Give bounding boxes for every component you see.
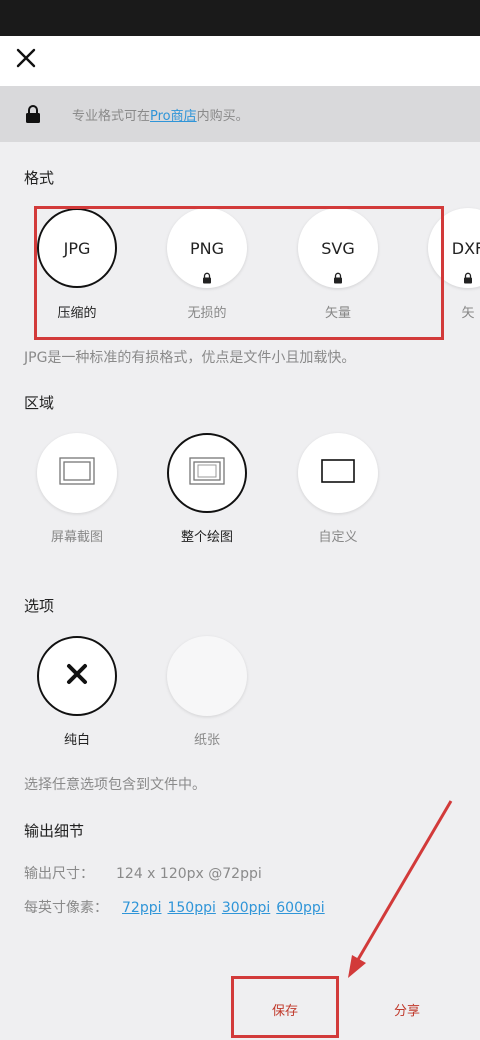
annotation-arrow — [348, 800, 453, 978]
